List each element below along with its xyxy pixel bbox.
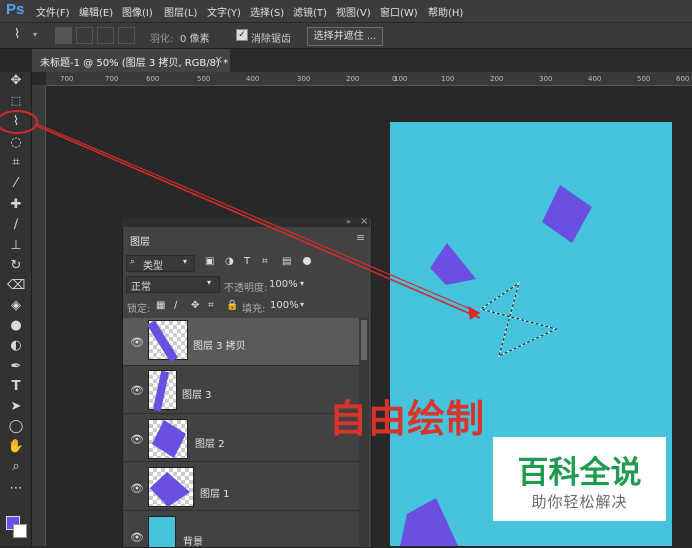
watermark-subtitle: 助你轻松解决: [531, 493, 628, 511]
tool-highlight-circle: [0, 110, 38, 134]
annotation-text: 自由绘制: [329, 397, 486, 441]
marquee-selection: [479, 281, 558, 357]
purple-shape: [542, 185, 592, 243]
thumbnail-shape: [147, 320, 179, 363]
thumbnail-shape: [150, 472, 190, 507]
annotation-arrow-line: [36, 123, 481, 314]
purple-shape: [430, 243, 476, 285]
thumbnail-shape: [152, 370, 170, 412]
purple-shape: [400, 498, 458, 546]
watermark-title: 百科全说: [517, 455, 642, 491]
annotation-arrow-line: [36, 125, 481, 319]
thumbnail-shape: [152, 420, 186, 458]
